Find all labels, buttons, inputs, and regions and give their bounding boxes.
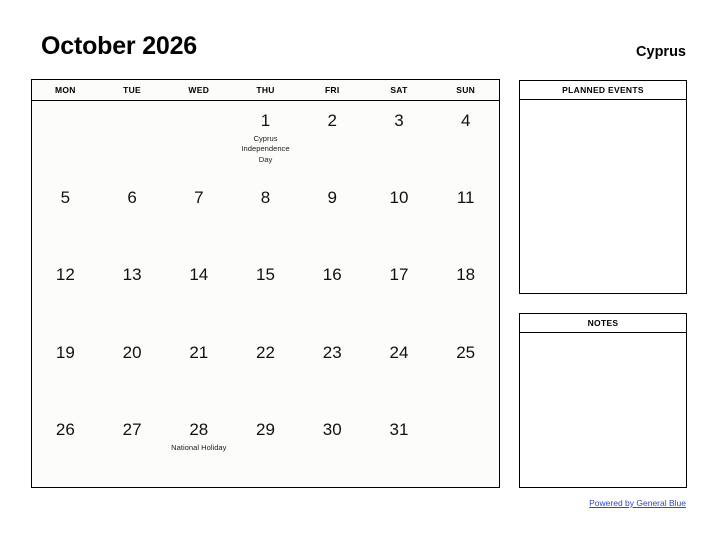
calendar-day-cell[interactable]: 15	[232, 255, 299, 332]
day-number: 6	[127, 188, 137, 208]
calendar-day-cell-empty	[32, 101, 99, 178]
day-number: 17	[389, 265, 409, 285]
day-number: 3	[394, 111, 404, 130]
calendar-day-cell-empty	[165, 101, 232, 178]
calendar-day-cell[interactable]: 4	[432, 101, 499, 178]
calendar-week-row: 1 Cyprus Independence Day 2 3 4	[32, 101, 499, 178]
calendar-day-cell[interactable]: 3	[366, 101, 433, 178]
calendar-day-cell[interactable]: 14	[165, 255, 232, 332]
notes-body[interactable]	[520, 333, 686, 487]
day-of-week-header: FRI	[324, 85, 340, 95]
day-number: 11	[456, 188, 475, 208]
day-of-week-header: MON	[54, 85, 76, 95]
day-number: 25	[456, 342, 476, 362]
calendar-day-cell[interactable]: 28 National Holiday	[165, 410, 232, 487]
planned-events-panel: PLANNED EVENTS	[519, 80, 687, 294]
page-title: October 2026	[41, 32, 198, 60]
calendar-day-cell[interactable]: 10	[366, 178, 433, 255]
day-number: 15	[256, 265, 275, 285]
day-number: 28	[189, 419, 209, 439]
calendar-week-row: 26 27 28 National Holiday 29 30 31	[32, 410, 499, 487]
day-number: 1	[260, 111, 271, 130]
calendar-day-cell[interactable]: 7	[165, 178, 232, 255]
day-number: 23	[322, 342, 342, 362]
footer: Powered by General Blue	[589, 496, 686, 510]
calendar-day-cell[interactable]: 2	[299, 101, 366, 178]
day-number: 29	[256, 419, 275, 439]
planned-events-title: PLANNED EVENTS	[520, 81, 686, 100]
calendar-day-cell[interactable]: 13	[99, 255, 166, 332]
day-number: 22	[256, 342, 275, 362]
calendar-week-row: 12 13 14 15 16 17 18	[32, 255, 499, 332]
calendar-day-cell[interactable]: 8	[232, 178, 299, 255]
calendar-day-cell[interactable]: 9	[299, 178, 366, 255]
day-number: 12	[55, 265, 75, 285]
calendar-day-cell[interactable]: 17	[366, 255, 433, 332]
calendar-day-cell[interactable]: 31	[366, 410, 433, 487]
day-number: 16	[322, 265, 342, 285]
day-number: 20	[122, 342, 142, 362]
day-number: 27	[122, 419, 142, 439]
day-number: 4	[460, 111, 471, 130]
notes-panel: NOTES	[519, 313, 687, 488]
day-number: 9	[327, 188, 337, 208]
calendar-day-cell[interactable]: 1 Cyprus Independence Day	[232, 101, 299, 178]
calendar-day-cell[interactable]: 16	[299, 255, 366, 332]
calendar-day-cell[interactable]: 6	[99, 178, 166, 255]
day-event-label: National Holiday	[171, 442, 227, 452]
calendar-day-cell[interactable]: 20	[99, 333, 166, 410]
calendar-day-cell[interactable]: 25	[432, 333, 499, 410]
calendar-day-cell[interactable]: 19	[32, 333, 99, 410]
day-number: 24	[389, 342, 409, 362]
day-of-week-header: THU	[256, 85, 275, 95]
day-number: 8	[260, 188, 271, 208]
powered-by-link[interactable]: Powered by General Blue	[589, 498, 686, 508]
calendar-week-row: 19 20 21 22 23 24 25	[32, 333, 499, 410]
calendar-day-cell[interactable]: 24	[366, 333, 433, 410]
day-of-week-header: WED	[188, 85, 210, 95]
calendar-day-cell[interactable]: 12	[32, 255, 99, 332]
country-label: Cyprus	[636, 44, 686, 60]
calendar-day-cell[interactable]: 30	[299, 410, 366, 487]
planned-events-body[interactable]	[520, 100, 686, 293]
day-number: 13	[122, 265, 142, 285]
calendar-day-cell[interactable]: 21	[165, 333, 232, 410]
page-header: October 2026 Cyprus	[0, 0, 712, 74]
day-of-week-header: SUN	[456, 85, 476, 95]
day-of-week-header: TUE	[123, 85, 142, 95]
calendar-day-cell[interactable]: 11	[432, 178, 499, 255]
calendar-day-cell[interactable]: 23	[299, 333, 366, 410]
day-number: 26	[55, 419, 75, 439]
day-number: 7	[194, 188, 204, 208]
calendar-day-cell-empty	[432, 410, 499, 487]
day-event-label: Cyprus Independence Day	[241, 133, 290, 164]
day-of-week-header-row: MON TUE WED THU FRI SAT SUN	[32, 80, 499, 101]
calendar-day-cell[interactable]: 5	[32, 178, 99, 255]
calendar-weeks: 1 Cyprus Independence Day 2 3 4 5 6 7 8 9 10 11 12 13…	[32, 101, 499, 487]
day-number: 10	[389, 188, 409, 208]
calendar-day-cell[interactable]: 18	[432, 255, 499, 332]
day-number: 30	[322, 419, 342, 439]
day-number: 21	[189, 342, 209, 362]
calendar-week-row: 5 6 7 8 9 10 11	[32, 178, 499, 255]
calendar-day-cell[interactable]: 22	[232, 333, 299, 410]
notes-title: NOTES	[520, 314, 686, 333]
day-number: 31	[389, 419, 409, 439]
calendar-day-cell[interactable]: 26	[32, 410, 99, 487]
day-number: 5	[60, 188, 71, 208]
day-number: 14	[189, 265, 209, 285]
calendar-grid: MON TUE WED THU FRI SAT SUN 1 Cyprus Independen…	[31, 79, 500, 488]
day-number: 2	[327, 111, 337, 130]
day-of-week-header: SAT	[390, 85, 408, 95]
day-number: 19	[55, 342, 75, 362]
calendar-day-cell-empty	[99, 101, 166, 178]
calendar-day-cell[interactable]: 27	[99, 410, 166, 487]
calendar-day-cell[interactable]: 29	[232, 410, 299, 487]
day-number: 18	[456, 265, 476, 285]
